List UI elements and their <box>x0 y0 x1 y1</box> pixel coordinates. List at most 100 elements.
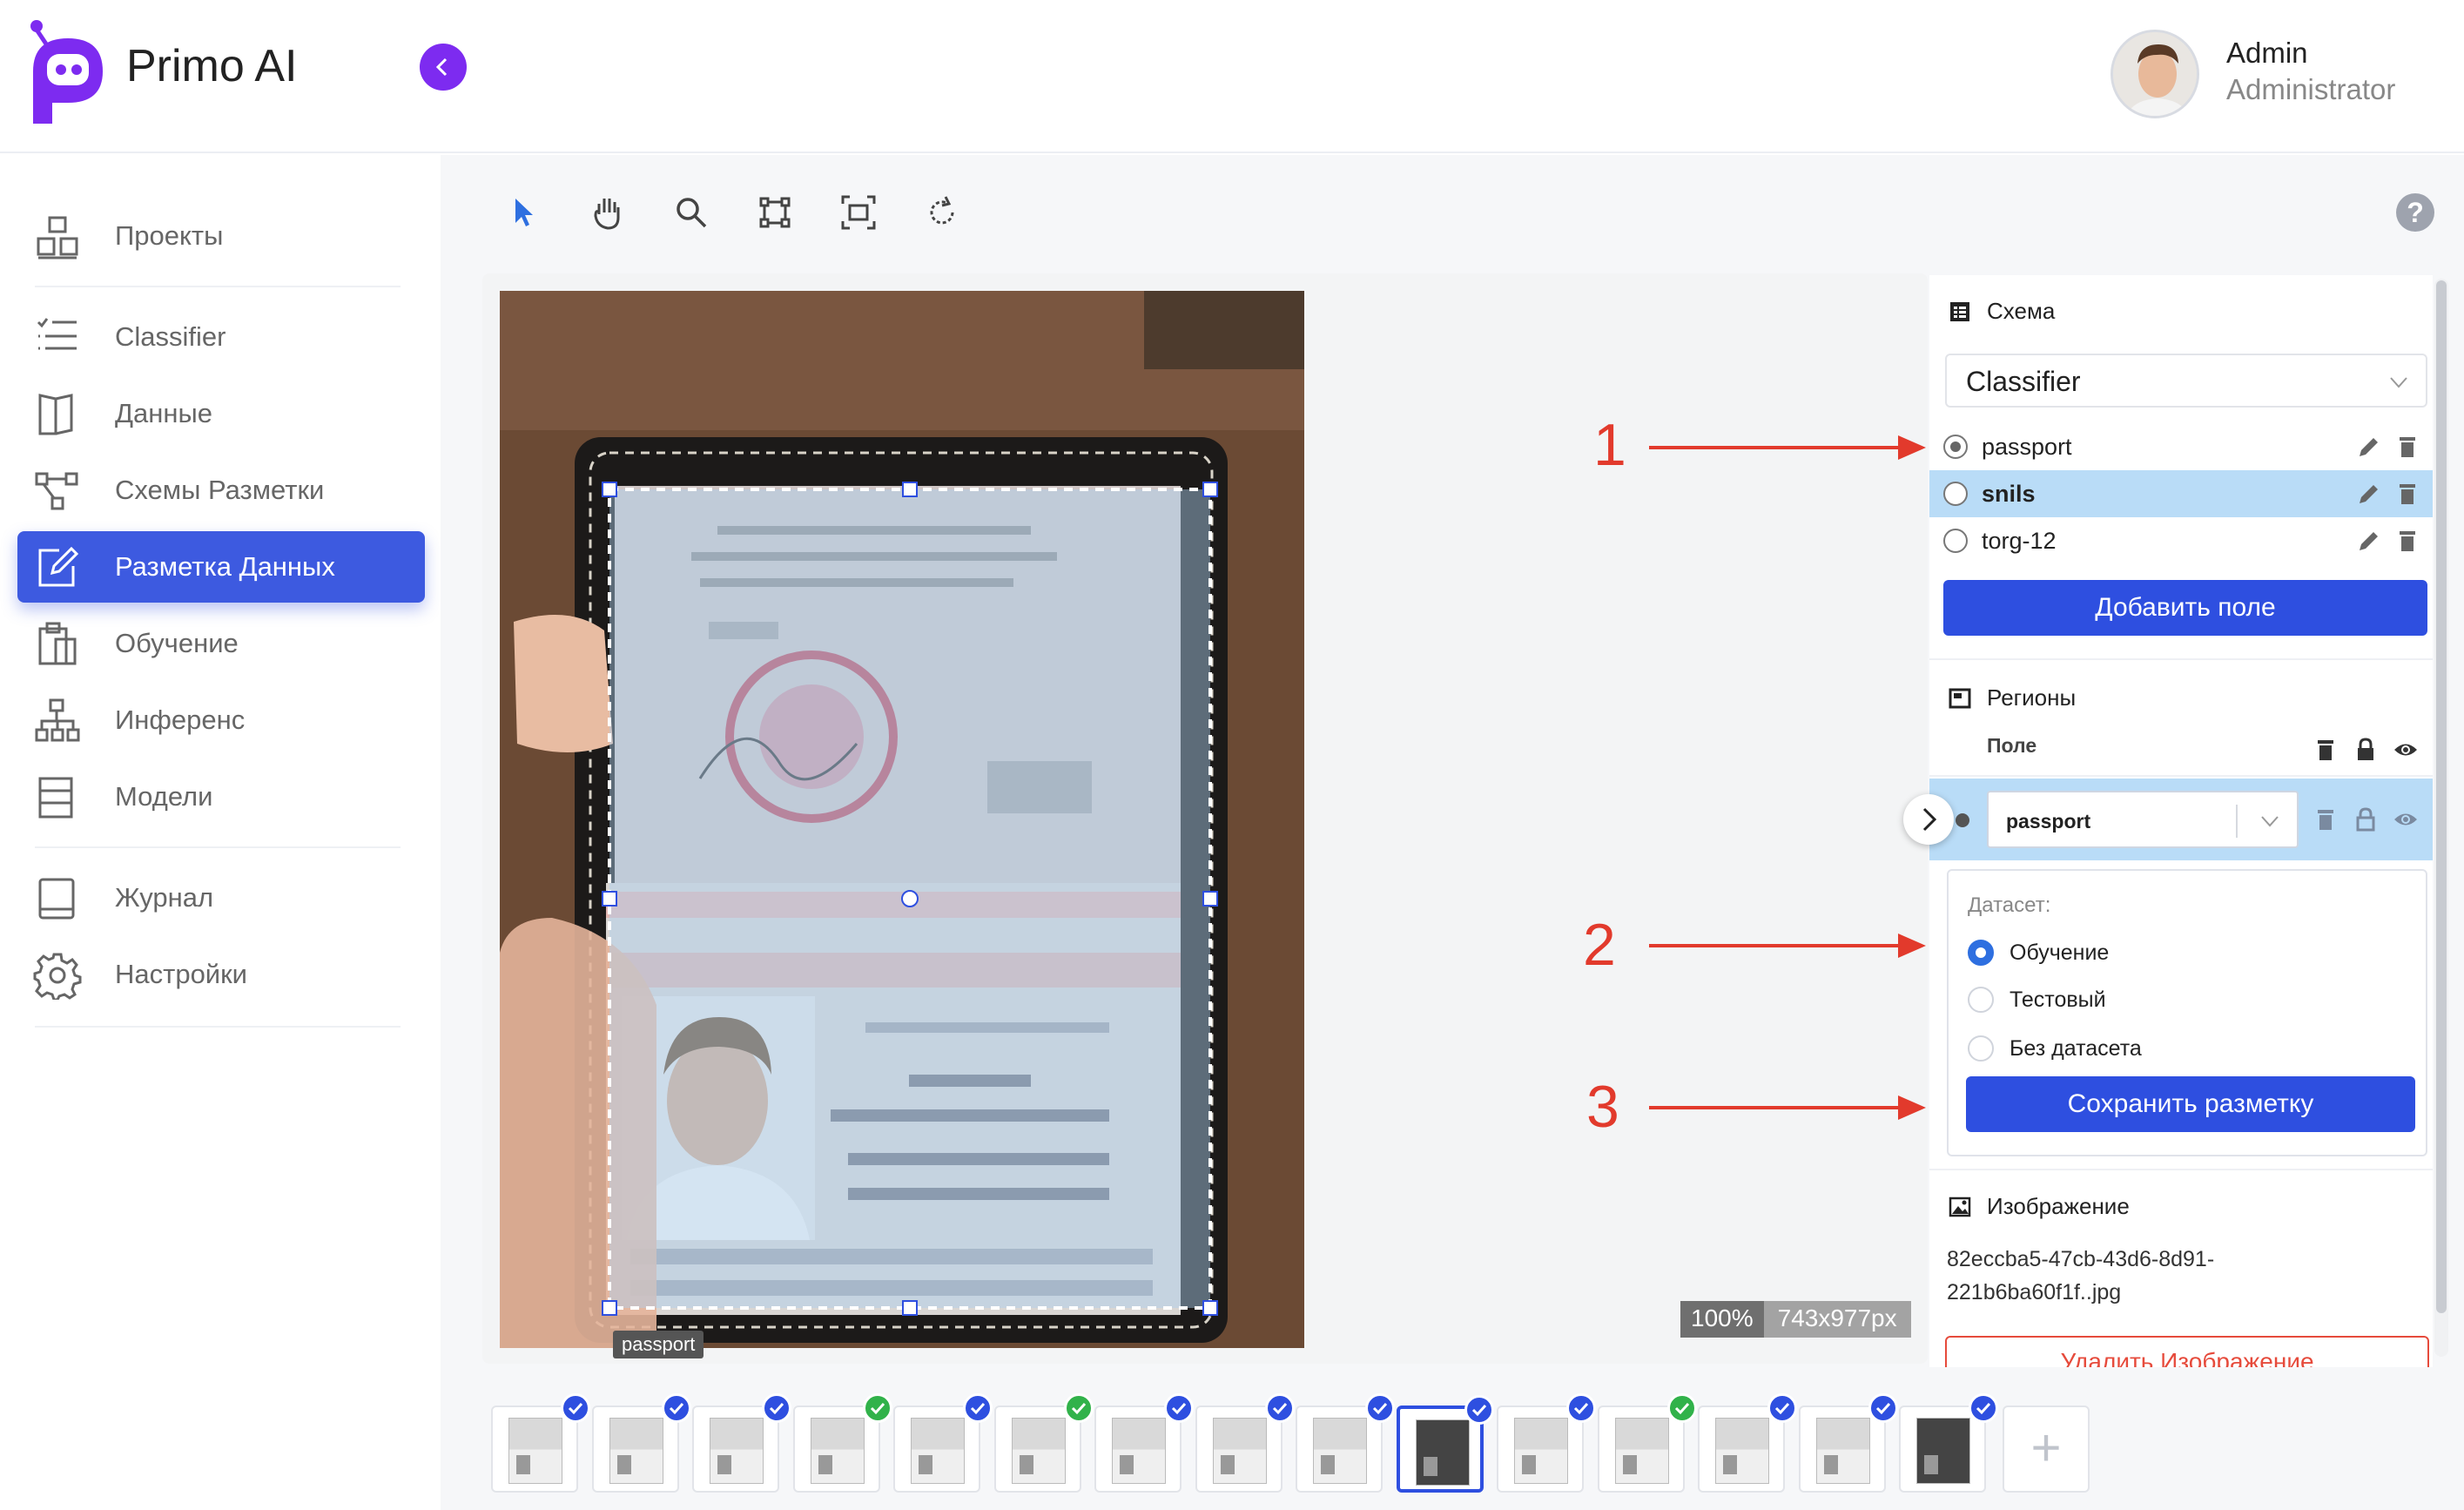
scrollbar-thumb[interactable] <box>2436 280 2447 1313</box>
thumbnail-item[interactable] <box>1799 1393 1898 1493</box>
thumbnail-image <box>1916 1418 1970 1484</box>
region-field-select[interactable]: passport <box>1987 791 2299 848</box>
trash-icon[interactable] <box>2394 528 2420 554</box>
thumbnail-item[interactable] <box>692 1393 791 1493</box>
help-button[interactable]: ? <box>2396 193 2434 232</box>
user-name[interactable]: Admin <box>2226 37 2308 70</box>
collapse-sidebar-button[interactable] <box>420 44 467 91</box>
delete-image-button[interactable]: Удалить Изображение <box>1945 1336 2429 1367</box>
schema-field-row[interactable]: snils <box>1929 470 2433 517</box>
schema-select[interactable]: Classifier <box>1945 354 2427 408</box>
rotate-icon[interactable] <box>921 192 963 233</box>
field-radio[interactable] <box>1943 529 1968 553</box>
dataset-title: Датасет: <box>1968 893 2051 917</box>
thumbnail-item[interactable] <box>1296 1393 1395 1493</box>
dataset-radio[interactable] <box>1968 987 1994 1013</box>
dataset-option-training[interactable]: Обучение <box>1968 935 2403 970</box>
region-tag[interactable]: passport <box>613 1331 704 1358</box>
dataset-radio[interactable] <box>1968 1035 1994 1062</box>
fit-to-screen-icon[interactable] <box>838 192 879 233</box>
dataset-option-label: Тестовый <box>2010 987 2106 1012</box>
lock-icon[interactable] <box>2353 737 2379 763</box>
sidebar-item-label: Обучение <box>115 628 239 658</box>
image-icon <box>1949 1197 1971 1217</box>
sidebar-item-training[interactable]: Обучение <box>17 608 425 679</box>
avatar[interactable] <box>2111 30 2199 118</box>
region-row[interactable]: passport <box>1929 779 2433 860</box>
sidebar-item-settings[interactable]: Настройки <box>17 939 425 1010</box>
checkmark-icon <box>1265 1393 1295 1423</box>
panel-scrollbar[interactable] <box>2434 279 2448 1357</box>
schema-title: Схема <box>1987 298 2056 324</box>
projects-icon <box>37 216 78 260</box>
thumbnail-item[interactable] <box>893 1393 993 1493</box>
thumbnail-item[interactable] <box>592 1393 691 1493</box>
dataset-option-none[interactable]: Без датасета <box>1968 1031 2403 1066</box>
schema-field-row[interactable]: torg-12 <box>1929 517 2433 564</box>
thumbnail-image <box>508 1418 562 1484</box>
sidebar-item-data-labeling[interactable]: Разметка Данных <box>17 531 425 603</box>
regions-column-header: Поле <box>1987 734 2037 757</box>
region-field-value: passport <box>2006 810 2091 833</box>
hand-icon[interactable] <box>587 192 629 233</box>
thumbnail-item[interactable] <box>1497 1393 1596 1493</box>
zoom-icon[interactable] <box>670 192 712 233</box>
checkmark-icon <box>561 1393 590 1423</box>
thumbnail-item[interactable] <box>1094 1393 1194 1493</box>
sidebar-item-models[interactable]: Модели <box>17 761 425 833</box>
trash-icon[interactable] <box>2394 434 2420 460</box>
dataset-option-label: Обучение <box>2010 940 2110 965</box>
checkmark-icon <box>1365 1393 1395 1423</box>
document-image[interactable] <box>500 291 1304 1348</box>
checkmark-icon <box>1064 1393 1094 1423</box>
expand-region-button[interactable] <box>1903 794 1954 845</box>
sidebar-item-data[interactable]: Данные <box>17 378 425 449</box>
divider <box>1929 775 2433 777</box>
checkmark-icon <box>1464 1395 1494 1425</box>
field-radio[interactable] <box>1943 482 1968 506</box>
annotation-number-3: 3 <box>1586 1074 1619 1140</box>
add-image-button[interactable]: + <box>2003 1406 2090 1493</box>
layers-icon <box>38 777 73 819</box>
field-radio[interactable] <box>1943 435 1968 459</box>
thumbnail-item[interactable] <box>1899 1393 1998 1493</box>
properties-panel: Схема Classifier passport snils torg-12 … <box>1929 275 2433 1367</box>
thumbnail-item[interactable] <box>1698 1393 1797 1493</box>
sidebar-item-schemas[interactable]: Схемы Разметки <box>17 455 425 526</box>
image-filename-line2: 221b6ba60f1f..jpg <box>1947 1280 2122 1304</box>
checkmark-icon <box>1164 1393 1194 1423</box>
sidebar-item-journal[interactable]: Журнал <box>17 862 425 934</box>
trash-icon[interactable] <box>2394 481 2420 507</box>
eye-icon[interactable] <box>2393 806 2419 833</box>
user-photo <box>2113 32 2197 116</box>
pencil-icon[interactable] <box>2356 528 2382 554</box>
list-icon <box>37 318 77 350</box>
thumbnail-item[interactable] <box>1397 1395 1494 1493</box>
sidebar-item-inference[interactable]: Инференс <box>17 684 425 756</box>
top-header: Primo AI Admin Administrator <box>0 0 2464 153</box>
checkmark-icon <box>1868 1393 1898 1423</box>
schema-field-row[interactable]: passport <box>1929 423 2433 470</box>
add-field-button[interactable]: Добавить поле <box>1943 580 2427 636</box>
divider <box>35 1026 401 1028</box>
thumbnail-item[interactable] <box>491 1393 590 1493</box>
sidebar-item-projects[interactable]: Проекты <box>17 200 425 272</box>
thumbnail-item[interactable] <box>1598 1393 1697 1493</box>
thumbnail-item[interactable] <box>793 1393 892 1493</box>
sidebar-item-classifier[interactable]: Classifier <box>17 301 425 373</box>
pencil-icon[interactable] <box>2356 481 2382 507</box>
dataset-option-test[interactable]: Тестовый <box>1968 982 2403 1017</box>
trash-icon[interactable] <box>2313 806 2339 833</box>
thumbnail-item[interactable] <box>994 1393 1094 1493</box>
checkmark-icon <box>1767 1393 1797 1423</box>
pointer-icon[interactable] <box>503 192 545 233</box>
save-markup-button[interactable]: Сохранить разметку <box>1966 1076 2415 1132</box>
bbox-icon[interactable] <box>754 192 796 233</box>
lock-icon[interactable] <box>2353 806 2379 833</box>
pencil-icon[interactable] <box>2356 434 2382 460</box>
dataset-radio[interactable] <box>1968 940 1994 966</box>
annotation-arrow-2-icon <box>1649 934 1926 958</box>
trash-icon[interactable] <box>2313 737 2339 763</box>
thumbnail-item[interactable] <box>1195 1393 1295 1493</box>
eye-icon[interactable] <box>2393 737 2419 763</box>
